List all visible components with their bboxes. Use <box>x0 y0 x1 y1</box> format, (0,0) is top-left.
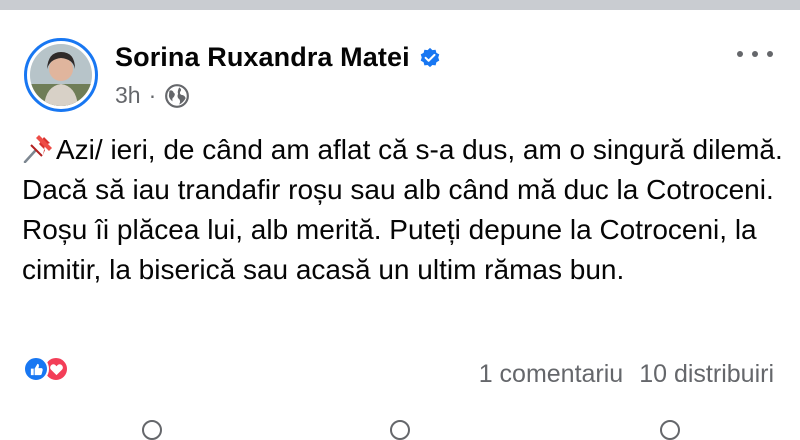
reaction-summary[interactable] <box>23 356 69 382</box>
like-reaction-icon <box>23 356 49 382</box>
post-meta: 3h · <box>115 82 190 109</box>
post-time[interactable]: 3h <box>115 82 141 109</box>
globe-icon[interactable] <box>164 83 190 109</box>
comments-count[interactable]: 1 comentariu <box>479 360 624 389</box>
post-text: Azi/ ieri, de când am aflat că s-a dus, … <box>22 130 792 290</box>
post-card: Sorina Ruxandra Matei 3h · Azi/ ieri, de… <box>0 10 800 440</box>
verified-badge-icon <box>419 47 441 69</box>
author-avatar[interactable] <box>24 38 98 112</box>
like-action-icon[interactable] <box>142 420 162 440</box>
more-options-icon[interactable] <box>737 44 773 64</box>
post-stats: 1 comentariu 10 distribuiri <box>479 360 774 389</box>
feed-divider <box>0 0 800 10</box>
post-message: Azi/ ieri, de când am aflat că s-a dus, … <box>22 134 783 285</box>
meta-separator: · <box>148 82 157 108</box>
pushpin-icon <box>22 131 56 164</box>
shares-count[interactable]: 10 distribuiri <box>639 360 774 389</box>
share-action-icon[interactable] <box>660 420 680 440</box>
comment-action-icon[interactable] <box>390 420 410 440</box>
author-header: Sorina Ruxandra Matei <box>115 42 441 73</box>
author-name[interactable]: Sorina Ruxandra Matei <box>115 42 410 73</box>
